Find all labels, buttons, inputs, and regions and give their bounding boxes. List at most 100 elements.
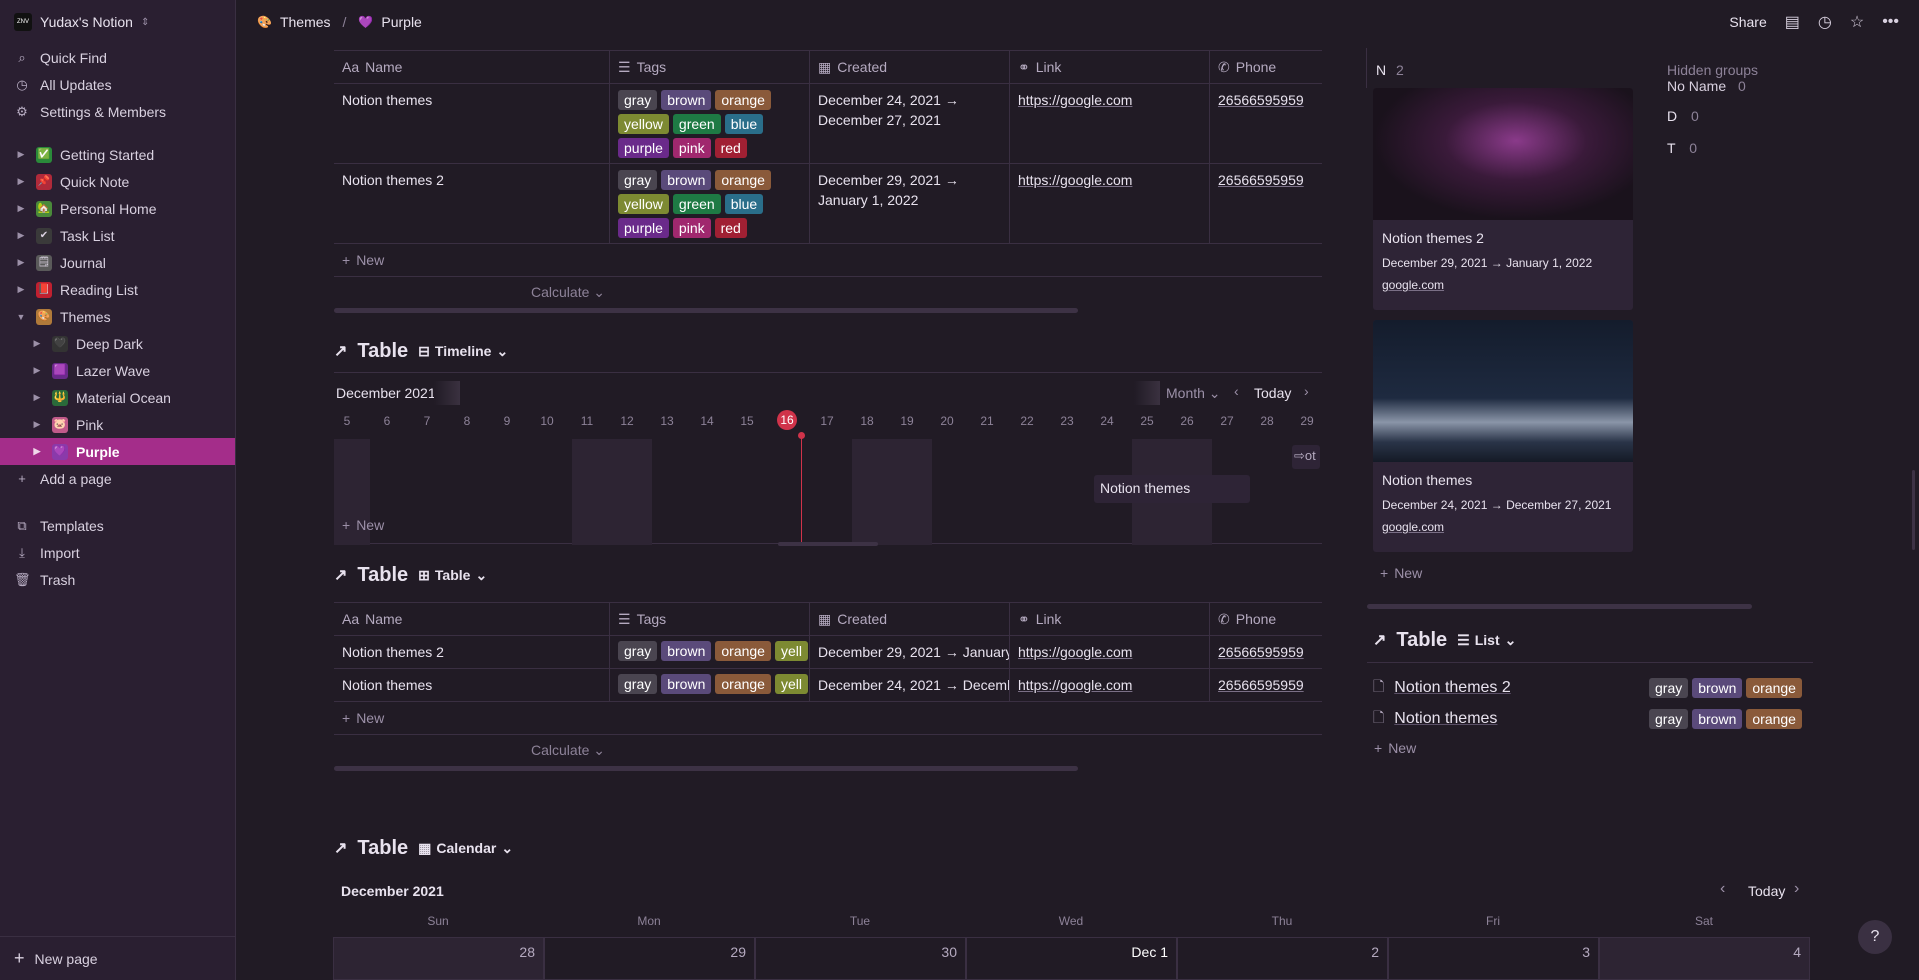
view-title[interactable]: Table [357,564,408,587]
comment-icon[interactable]: ▤ [1785,12,1800,32]
phone-value[interactable]: 26566595959 [1218,677,1304,693]
workspace-switcher[interactable]: ZNV Yudax's Notion ⇕ [0,0,235,44]
timeline-edge-item[interactable]: ⇨ot [1292,445,1320,469]
sidebar-page-task-list[interactable]: ▶ ✔ Task List [0,222,235,249]
cell-created[interactable]: December 29, 2021 → January [810,636,1010,668]
share-button[interactable]: Share [1729,14,1766,30]
view-selector[interactable]: ☰ List ⌄ [1457,632,1516,649]
chevron-right-icon[interactable]: ▶ [30,392,44,403]
import[interactable]: ⤓ Import [0,539,235,566]
view-title[interactable]: Table [357,837,408,860]
cell-name[interactable]: Notion themes 2 [334,636,610,668]
view-title[interactable]: Table [357,340,408,363]
cell-created[interactable]: December 24, 2021 → December 27, 2021 [810,84,1010,163]
sidebar-page-pink[interactable]: ▶ 🐷 Pink [0,411,235,438]
link-value[interactable]: https://google.com [1018,92,1132,108]
sidebar-page-quick-note[interactable]: ▶ 📌 Quick Note [0,168,235,195]
scale-selector[interactable]: Month ⌄ [1166,385,1221,402]
cell-name[interactable]: Notion themes 2 [334,164,610,243]
col-phone[interactable]: ✆ Phone [1210,603,1322,635]
table-row[interactable]: Notion themes 2 gray brown orange yellow gree… [334,164,1322,244]
cell-phone[interactable]: 26566595959 [1210,669,1322,701]
table-row[interactable]: Notion themes gray brown orange yellow green b… [334,84,1322,164]
add-page[interactable]: + Add a page [0,465,235,492]
chevron-right-icon[interactable]: ▶ [14,284,28,295]
view-selector[interactable]: ⊟ Timeline ⌄ [418,343,508,360]
phone-value[interactable]: 26566595959 [1218,644,1304,660]
settings-members[interactable]: ⚙ Settings & Members [0,98,235,125]
view-title[interactable]: Table [1396,629,1447,652]
breadcrumb-parent[interactable]: Themes [280,14,331,30]
chevron-right-icon[interactable]: ▶ [30,446,44,457]
list-new[interactable]: + New [1366,732,1416,764]
calendar-day[interactable]: 28 [333,937,544,980]
calendar-day[interactable]: Dec 1 [966,937,1177,980]
phone-value[interactable]: 26566595959 [1218,92,1304,108]
calendar-day[interactable]: 30 [755,937,966,980]
col-phone[interactable]: ✆ Phone [1210,51,1322,83]
timeline-new[interactable]: + New [334,509,384,541]
chevron-right-icon[interactable]: ▶ [30,338,44,349]
cell-link[interactable]: https://google.com [1010,164,1210,243]
calculate-button[interactable]: Calculate ⌄ [531,284,605,301]
col-link[interactable]: ⚭ Link [1010,51,1210,83]
link-value[interactable]: https://google.com [1018,172,1132,188]
view-selector[interactable]: ⊞ Table ⌄ [418,567,487,584]
table-new-row[interactable]: + New [334,702,1322,734]
sidebar-page-purple[interactable]: ▶ 💜 Purple [0,438,235,465]
prev-button[interactable]: ‹ [1234,383,1239,399]
cell-link[interactable]: https://google.com [1010,636,1210,668]
sidebar-page-deep-dark[interactable]: ▶ 🖤 Deep Dark [0,330,235,357]
col-tags[interactable]: ☰ Tags [610,603,810,635]
table-row[interactable]: Notion themes gray brown orange yell December… [334,669,1322,702]
sidebar-page-reading-list[interactable]: ▶ 📕 Reading List [0,276,235,303]
star-icon[interactable]: ☆ [1850,12,1864,32]
timeline-scrollbar[interactable] [778,542,878,546]
hidden-group-no-name[interactable]: No Name 0 [1667,78,1746,94]
trash[interactable]: 🗑 Trash [0,566,235,593]
cell-phone[interactable]: 26566595959 [1210,164,1322,243]
board-group-header[interactable]: N 2 [1376,62,1404,78]
page-scrollbar[interactable] [1912,470,1915,550]
card-link[interactable]: google.com [1373,270,1633,292]
timeline-bar[interactable]: Notion themes [1094,475,1250,503]
calculate-button[interactable]: Calculate ⌄ [531,742,605,759]
sidebar-page-personal-home[interactable]: ▶ 🏡 Personal Home [0,195,235,222]
calendar-day[interactable]: 2 [1177,937,1388,980]
chevron-right-icon[interactable]: ▶ [14,230,28,241]
cell-phone[interactable]: 26566595959 [1210,84,1322,163]
cell-tags[interactable]: gray brown orange yell [610,669,810,701]
link-value[interactable]: https://google.com [1018,644,1132,660]
col-created[interactable]: ▦ Created [810,51,1010,83]
cell-created[interactable]: December 29, 2021 → January 1, 2022 [810,164,1010,243]
next-button[interactable]: › [1304,383,1309,399]
cell-tags[interactable]: gray brown orange yell [610,636,810,668]
view-selector[interactable]: ▦ Calendar ⌄ [418,840,513,857]
calendar-day[interactable]: 3 [1388,937,1599,980]
col-tags[interactable]: ☰ Tags [610,51,810,83]
more-icon[interactable]: ••• [1882,13,1899,31]
link-value[interactable]: https://google.com [1018,677,1132,693]
col-created[interactable]: ▦ Created [810,603,1010,635]
all-updates[interactable]: ◷ All Updates [0,71,235,98]
hidden-group-d[interactable]: D 0 [1667,108,1699,124]
phone-value[interactable]: 26566595959 [1218,172,1304,188]
chevron-right-icon[interactable]: ▶ [14,176,28,187]
board-scrollbar[interactable] [1367,604,1752,609]
cell-tags[interactable]: gray brown orange yellow green blue purple pink… [610,84,810,163]
history-icon[interactable]: ◷ [1818,12,1832,32]
horizontal-scrollbar[interactable] [334,308,1078,313]
col-name[interactable]: Aa Name [334,603,610,635]
new-page-button[interactable]: + New page [0,936,236,980]
card-link[interactable]: google.com [1373,512,1633,534]
board-card[interactable]: Notion themes December 24, 2021 → Decemb… [1373,320,1633,552]
list-item[interactable]: 🗋 Notion themes 2 gray brown orange [1373,674,1813,702]
cell-created[interactable]: December 24, 2021 → Decemb [810,669,1010,701]
quick-find[interactable]: ⌕ Quick Find [0,44,235,71]
cell-name[interactable]: Notion themes [334,84,610,163]
sidebar-page-lazer-wave[interactable]: ▶ 🟪 Lazer Wave [0,357,235,384]
chevron-right-icon[interactable]: ▶ [14,203,28,214]
list-item[interactable]: 🗋 Notion themes gray brown orange [1373,705,1813,733]
cell-tags[interactable]: gray brown orange yellow green blue purple pink… [610,164,810,243]
help-button[interactable]: ? [1858,920,1892,954]
